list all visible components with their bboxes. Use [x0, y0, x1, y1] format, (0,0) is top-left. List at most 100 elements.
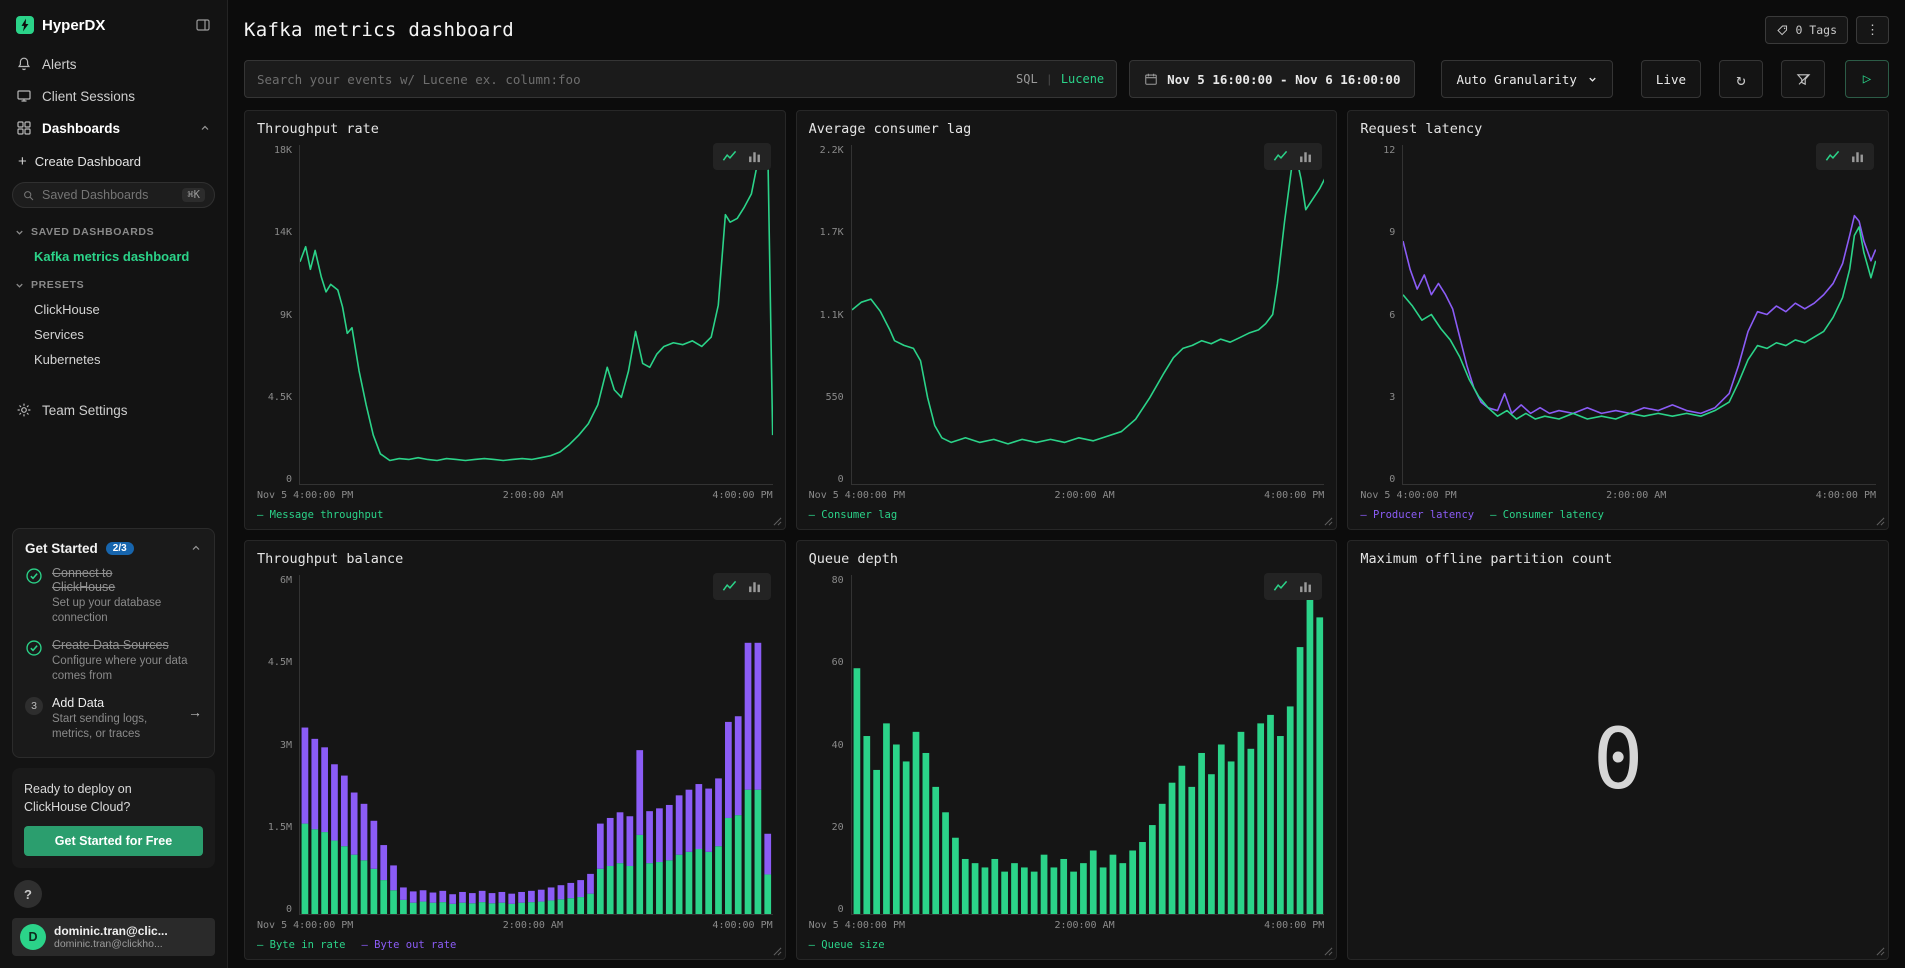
- sidebar-item-kubernetes[interactable]: Kubernetes: [12, 347, 215, 372]
- granularity-select[interactable]: Auto Granularity: [1441, 60, 1612, 98]
- y-tick-label: 9K: [280, 310, 292, 321]
- step-title: Connect to ClickHouse: [52, 566, 172, 594]
- chart-panel-queue-depth: Queue depth 806040200 Nov 5 4:00:00 PM 2:00…: [796, 540, 1338, 960]
- saved-dashboards-section-header[interactable]: SAVED DASHBOARDS: [12, 216, 215, 244]
- x-tick-label: 2:00:00 AM: [1054, 920, 1114, 931]
- get-started-free-button[interactable]: Get Started for Free: [24, 826, 203, 856]
- plot-area: [851, 575, 1325, 915]
- sidebar-item-team-settings[interactable]: Team Settings: [12, 394, 215, 426]
- sidebar-item-dashboards[interactable]: Dashboards: [12, 112, 215, 144]
- chart-panel-request-latency: Request latency129630Nov 5 4:00:00 PM2:0…: [1347, 110, 1889, 530]
- deploy-text: Ready to deploy on ClickHouse Cloud?: [24, 780, 174, 816]
- lucene-toggle[interactable]: Lucene: [1061, 72, 1104, 86]
- gear-icon: [16, 402, 32, 418]
- create-dashboard-label: Create Dashboard: [35, 154, 141, 169]
- resize-handle[interactable]: [1876, 517, 1885, 526]
- x-tick-label: Nov 5 4:00:00 PM: [257, 490, 353, 501]
- line-chart-toggle-icon[interactable]: [722, 579, 737, 594]
- presets-section-header[interactable]: PRESETS: [12, 269, 215, 297]
- x-tick-label: Nov 5 4:00:00 PM: [257, 920, 353, 931]
- step-subtitle: Configure where your data comes from: [52, 654, 202, 685]
- line-chart-toggle-icon[interactable]: [1273, 579, 1288, 594]
- y-tick-label: 1.5M: [268, 822, 292, 833]
- bar-chart-toggle-icon[interactable]: [1298, 149, 1313, 164]
- chart-type-toggle: [1264, 573, 1322, 600]
- y-tick-label: 6M: [280, 575, 292, 586]
- chart-panel-average-consumer-lag: Average consumer lag2.2K1.7K1.1K5500Nov …: [796, 110, 1338, 530]
- refresh-button[interactable]: ↻: [1719, 60, 1763, 98]
- user-name: dominic.tran@clic...: [54, 924, 168, 938]
- chart-title: Maximum offline partition count: [1360, 551, 1876, 567]
- chart-type-toggle: [713, 573, 771, 600]
- sidebar: HyperDX Alerts Client Sessions Dashboard…: [0, 0, 228, 968]
- sidebar-item-clickhouse[interactable]: ClickHouse: [12, 297, 215, 322]
- help-button[interactable]: ?: [14, 880, 42, 908]
- main-content: Kafka metrics dashboard 0 Tags ⋮ SQL | L…: [228, 0, 1905, 968]
- arrow-right-icon: →: [188, 704, 202, 720]
- live-button[interactable]: Live: [1641, 60, 1701, 98]
- search-input[interactable]: [257, 72, 1006, 87]
- filter-icon: [1796, 72, 1811, 87]
- resize-handle[interactable]: [1324, 947, 1333, 956]
- filter-button[interactable]: [1781, 60, 1825, 98]
- resize-handle[interactable]: [773, 517, 782, 526]
- line-chart-toggle-icon[interactable]: [722, 149, 737, 164]
- y-axis-labels: 806040200: [809, 575, 851, 915]
- y-tick-label: 6: [1389, 310, 1395, 321]
- chevron-up-icon[interactable]: [190, 542, 202, 554]
- line-chart-toggle-icon[interactable]: [1825, 149, 1840, 164]
- resize-handle[interactable]: [1324, 517, 1333, 526]
- logo-row: HyperDX: [12, 10, 215, 48]
- check-circle-icon: [25, 639, 43, 657]
- chart-title: Queue depth: [809, 551, 1325, 567]
- x-axis-labels: Nov 5 4:00:00 PM2:00:00 AM4:00:00 PM: [257, 920, 773, 931]
- bar-chart-toggle-icon[interactable]: [1298, 579, 1313, 594]
- saved-dashboards-search[interactable]: Saved Dashboards ⌘K: [12, 182, 215, 208]
- chart-legend: — Byte in rate— Byte out rate: [257, 939, 773, 951]
- chart-body: 18K14K9K4.5K0: [257, 145, 773, 485]
- sidebar-item-alerts[interactable]: Alerts: [12, 48, 215, 80]
- run-query-button[interactable]: ▷: [1845, 60, 1889, 98]
- nav-label: Alerts: [42, 57, 77, 72]
- calendar-icon: [1144, 72, 1158, 86]
- get-started-step-connect[interactable]: Connect to ClickHouse Set up your databa…: [25, 566, 202, 627]
- tags-button[interactable]: 0 Tags: [1765, 16, 1848, 44]
- chart-panel-maximum-offline-partition-count: Maximum offline partition count0: [1347, 540, 1889, 960]
- y-tick-label: 0: [286, 904, 292, 915]
- bar-chart-toggle-icon[interactable]: [1850, 149, 1865, 164]
- bar-chart-toggle-icon[interactable]: [747, 149, 762, 164]
- time-range-picker[interactable]: Nov 5 16:00:00 - Nov 6 16:00:00: [1129, 60, 1415, 98]
- header-actions: 0 Tags ⋮: [1765, 16, 1889, 44]
- search-icon: [22, 189, 35, 202]
- resize-handle[interactable]: [773, 947, 782, 956]
- x-axis-labels: Nov 5 4:00:00 PM2:00:00 AM4:00:00 PM: [257, 490, 773, 501]
- get-started-step-add-data[interactable]: 3 Add Data Start sending logs, metrics, …: [25, 696, 202, 743]
- plot-area: [299, 575, 773, 915]
- deploy-promo: Ready to deploy on ClickHouse Cloud? Get…: [12, 768, 215, 868]
- sidebar-item-services[interactable]: Services: [12, 322, 215, 347]
- y-tick-label: 0: [838, 904, 844, 915]
- x-tick-label: 4:00:00 PM: [1264, 920, 1324, 931]
- chart-legend: — Consumer lag: [809, 509, 1325, 521]
- step-number: 3: [25, 697, 43, 715]
- x-tick-label: Nov 5 4:00:00 PM: [809, 920, 905, 931]
- bar-chart-toggle-icon[interactable]: [747, 579, 762, 594]
- sql-toggle[interactable]: SQL: [1016, 72, 1038, 86]
- chart-title: Average consumer lag: [809, 121, 1325, 137]
- user-menu[interactable]: D dominic.tran@clic... dominic.tran@clic…: [12, 918, 215, 956]
- chart-body: 806040200: [809, 575, 1325, 915]
- create-dashboard-button[interactable]: + Create Dashboard: [12, 144, 215, 180]
- collapse-sidebar-icon[interactable]: [195, 17, 211, 33]
- charts-grid: Throughput rate18K14K9K4.5K0Nov 5 4:00:0…: [244, 110, 1889, 960]
- x-axis-labels: Nov 5 4:00:00 PM2:00:00 AM4:00:00 PM: [809, 490, 1325, 501]
- dashboard-menu-button[interactable]: ⋮: [1856, 16, 1889, 44]
- legend-item: — Consumer lag: [809, 509, 898, 521]
- chevron-down-icon: [14, 227, 25, 238]
- avatar: D: [20, 924, 46, 950]
- sidebar-item-kafka-metrics-dashboard[interactable]: Kafka metrics dashboard: [12, 244, 215, 269]
- get-started-step-sources[interactable]: Create Data Sources Configure where your…: [25, 638, 202, 685]
- sidebar-item-client-sessions[interactable]: Client Sessions: [12, 80, 215, 112]
- chart-legend: — Producer latency— Consumer latency: [1360, 509, 1876, 521]
- resize-handle[interactable]: [1876, 947, 1885, 956]
- line-chart-toggle-icon[interactable]: [1273, 149, 1288, 164]
